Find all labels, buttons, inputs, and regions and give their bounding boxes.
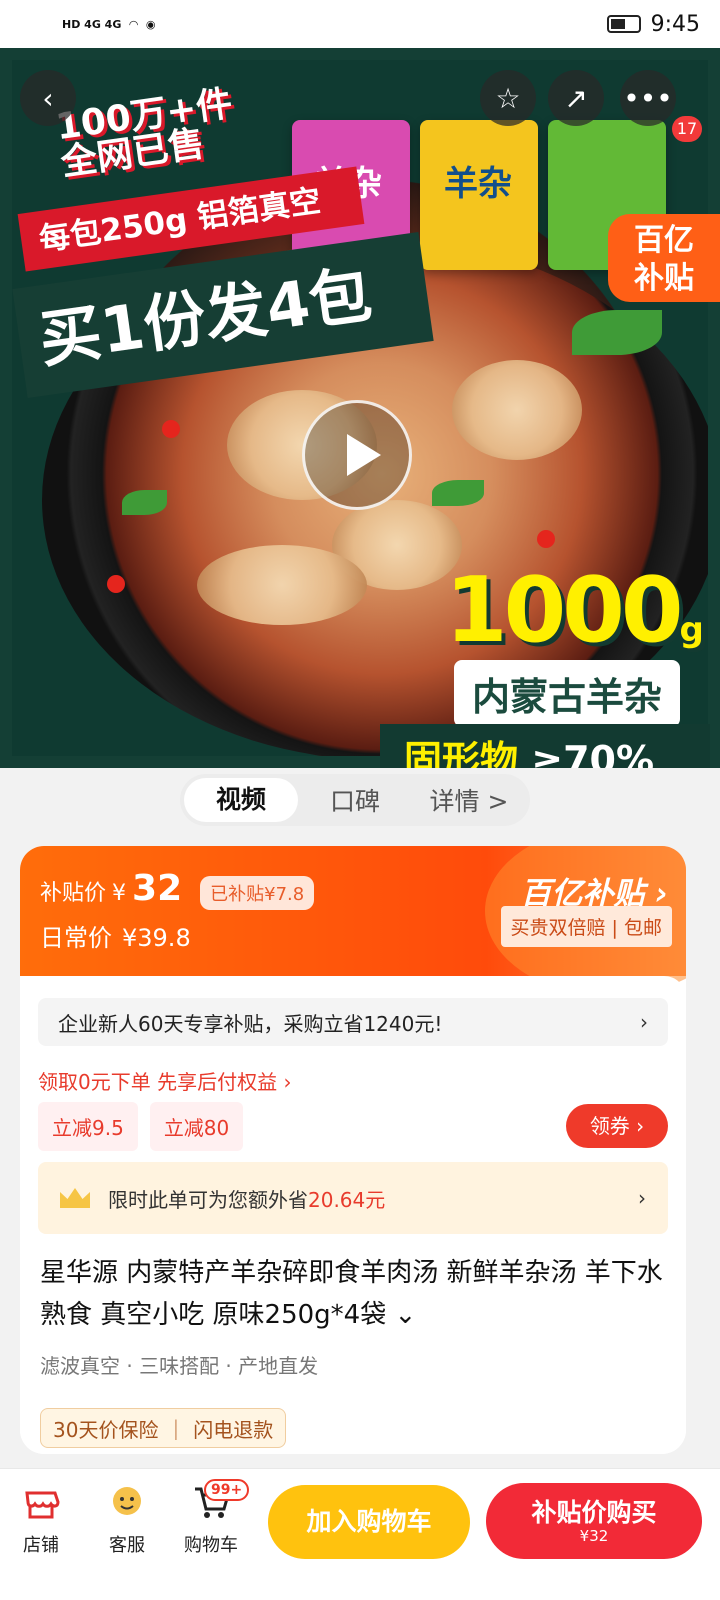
message-badge: 17 bbox=[672, 116, 702, 142]
chevron-right-icon: › bbox=[640, 1010, 648, 1034]
buy-at-subsidy-price-button[interactable]: 补贴价购买 ¥32 bbox=[486, 1483, 702, 1559]
tripe-pieces bbox=[452, 360, 582, 460]
product-hero-image[interactable]: 羊杂 羊杂 100万+件 全网已售 每包250g 铝箔真空 买1份发4包 ‹ ☆… bbox=[0, 48, 720, 768]
enterprise-subsidy-text: 企业新人60天专享补贴，采购立省1240元! bbox=[58, 1011, 443, 1036]
tab-video[interactable]: 视频 bbox=[184, 778, 298, 822]
subsidy-price-label: 补贴价 bbox=[40, 881, 107, 906]
customer-service-button[interactable]: 客服 bbox=[92, 1483, 162, 1557]
get-coupon-button[interactable]: 领券 › bbox=[566, 1104, 668, 1148]
coupon-discount-9-5[interactable]: 立减9.5 bbox=[38, 1102, 138, 1151]
share-button[interactable]: ↗ bbox=[548, 70, 604, 126]
tab-reviews[interactable]: 口碑 bbox=[298, 782, 412, 818]
signal-text: HD 4G 4G bbox=[62, 17, 122, 31]
chevron-down-icon: ⌄ bbox=[394, 1300, 417, 1330]
savings-text: 限时此单可为您额外省 bbox=[108, 1187, 308, 1212]
package-yellow: 羊杂 bbox=[420, 120, 538, 270]
tab-details[interactable]: 详情 > bbox=[412, 782, 526, 818]
price-protection-label: 30天价保险 bbox=[53, 1417, 159, 1442]
share-icon: ↗ bbox=[564, 81, 588, 115]
status-bar: HD 4G 4G ◠ ◉ 9:45 bbox=[0, 0, 720, 48]
back-button[interactable]: ‹ bbox=[20, 70, 76, 126]
customer-service-icon bbox=[113, 1487, 141, 1515]
clock: 9:45 bbox=[650, 11, 700, 37]
bottom-action-bar: 店铺 客服 购物车 99+ 加入购物车 补贴价购买 ¥32 bbox=[0, 1468, 720, 1600]
product-features: 滤波真空 · 三味搭配 · 产地直发 bbox=[40, 1354, 319, 1378]
chevron-left-icon: ‹ bbox=[42, 81, 54, 115]
weight-label: 1000g bbox=[445, 558, 704, 663]
red-chili bbox=[537, 530, 555, 548]
fast-refund-label: 闪电退款 bbox=[193, 1417, 274, 1442]
program-guarantee: 买贵双倍赔 | 包邮 bbox=[500, 906, 672, 947]
product-title[interactable]: 星华源 内蒙特产羊杂碎即食羊肉汤 新鲜羊杂汤 羊下水熟食 真空小吃 原味250g… bbox=[40, 1252, 668, 1336]
product-card: 补贴价 ¥ 32 已补贴¥7.8 日常价 ¥39.8 百亿补贴 › 买贵双倍赔 … bbox=[20, 846, 686, 1454]
buy-button-price: ¥32 bbox=[579, 1527, 609, 1545]
more-button[interactable]: ••• bbox=[620, 70, 676, 126]
subsidy-price: 补贴价 ¥ 32 已补贴¥7.8 bbox=[40, 868, 315, 910]
subsidized-amount-badge: 已补贴¥7.8 bbox=[200, 876, 315, 910]
savings-amount: 20.64元 bbox=[308, 1187, 386, 1212]
store-icon bbox=[25, 1491, 60, 1519]
star-icon: ☆ bbox=[495, 81, 521, 115]
daily-price: 日常价 ¥39.8 bbox=[40, 918, 191, 953]
coupon-discount-80[interactable]: 立减80 bbox=[149, 1102, 244, 1151]
app-notification-icon: ◉ bbox=[145, 17, 156, 31]
battery-icon bbox=[606, 15, 641, 33]
coupon-list: 立减9.5 立减80 bbox=[38, 1102, 244, 1151]
enterprise-subsidy-banner[interactable]: 企业新人60天专享补贴，采购立省1240元! › bbox=[38, 998, 668, 1046]
crown-icon bbox=[60, 1188, 90, 1208]
daily-price-label: 日常价 bbox=[40, 924, 112, 952]
more-icon: ••• bbox=[623, 81, 673, 115]
cilantro bbox=[572, 310, 662, 355]
service-guarantees[interactable]: 30天价保险 | 闪电退款 bbox=[40, 1408, 287, 1448]
red-chili bbox=[162, 420, 180, 438]
package-label: 羊杂 bbox=[444, 164, 512, 204]
extra-savings-banner[interactable]: 限时此单可为您额外省 20.64元 › bbox=[38, 1162, 668, 1234]
solid-content: 固形物 ≥70% bbox=[380, 724, 710, 768]
subsidy-price-value: 32 bbox=[132, 868, 183, 909]
currency: ¥ bbox=[112, 881, 127, 906]
red-chili bbox=[107, 575, 125, 593]
zero-yuan-order-link[interactable]: 领取0元下单 先享后付权益 › bbox=[38, 1066, 291, 1095]
buy-button-label: 补贴价购买 bbox=[531, 1498, 657, 1527]
cart-count-badge: 99+ bbox=[204, 1479, 250, 1501]
chevron-right-icon: › bbox=[636, 1114, 645, 1138]
favorite-button[interactable]: ☆ bbox=[480, 70, 536, 126]
add-to-cart-button[interactable]: 加入购物车 bbox=[268, 1485, 470, 1559]
content-tabs: 视频 口碑 详情 > bbox=[180, 774, 530, 826]
product-tagline: 内蒙古羊杂 bbox=[453, 660, 680, 727]
subsidy-price-bar: 补贴价 ¥ 32 已补贴¥7.8 日常价 ¥39.8 百亿补贴 › 买贵双倍赔 … bbox=[20, 846, 686, 996]
tripe-pieces bbox=[197, 545, 367, 625]
green-chili bbox=[122, 490, 167, 515]
green-chili bbox=[432, 480, 484, 506]
offers-section: 企业新人60天专享补贴，采购立省1240元! › 领取0元下单 先享后付权益 ›… bbox=[20, 976, 686, 1454]
subsidy-logo: 百亿 补贴 bbox=[608, 214, 720, 302]
chevron-right-icon: › bbox=[638, 1186, 646, 1210]
store-button[interactable]: 店铺 bbox=[6, 1483, 76, 1557]
daily-price-value: ¥39.8 bbox=[122, 924, 191, 952]
wifi-icon: ◠ bbox=[129, 17, 138, 31]
play-video-button[interactable] bbox=[302, 400, 412, 510]
signal-indicators: HD 4G 4G ◠ ◉ bbox=[62, 18, 155, 31]
